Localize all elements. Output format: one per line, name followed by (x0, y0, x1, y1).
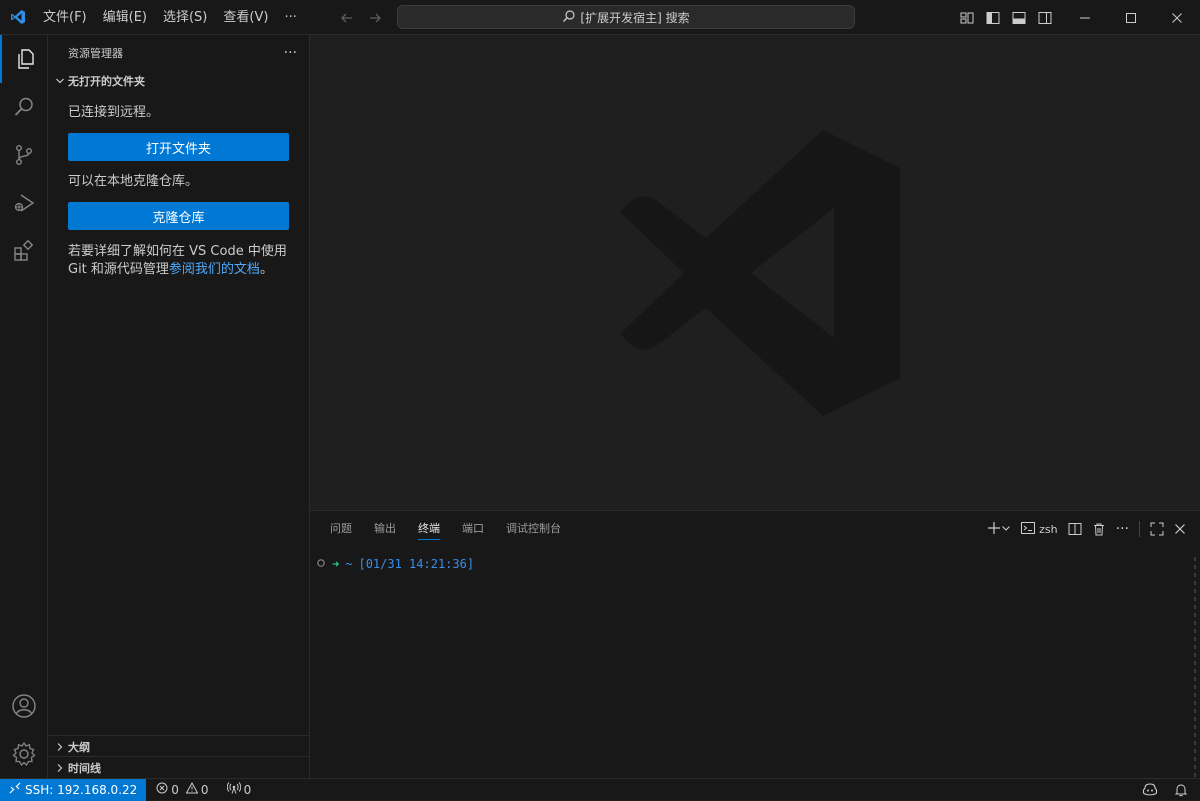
remote-icon (9, 782, 21, 797)
vscode-watermark-icon (620, 130, 900, 416)
remote-label: SSH: 192.168.0.22 (25, 782, 138, 797)
split-terminal-icon[interactable] (1068, 520, 1082, 538)
divider (1139, 521, 1140, 537)
menu-selection[interactable]: 选择(S) (155, 0, 215, 35)
more-actions-button[interactable]: ··· (1116, 520, 1129, 538)
terminal-icon (1021, 521, 1036, 538)
command-center-search[interactable]: [扩展开发宿主] 搜索 (397, 5, 855, 29)
remote-indicator[interactable]: SSH: 192.168.0.22 (0, 778, 147, 801)
sidebar-more-button[interactable]: ··· (284, 45, 297, 61)
clone-repository-button[interactable]: 克隆仓库 (68, 202, 289, 230)
new-terminal-button[interactable] (987, 520, 1011, 538)
clone-hint-text: 可以在本地克隆仓库。 (68, 174, 199, 189)
accounts-icon[interactable] (0, 682, 48, 730)
source-control-icon[interactable] (0, 131, 48, 179)
search-text: [扩展开发宿主] 搜索 (580, 10, 690, 25)
prompt-timestamp: [01/31 14:21:36] (358, 557, 475, 571)
tab-output[interactable]: 输出 (374, 511, 396, 547)
terminal-scrollbar[interactable] (1190, 557, 1200, 779)
trash-icon[interactable] (1092, 520, 1106, 538)
warning-icon (185, 781, 199, 797)
connected-text: 已连接到远程。 (68, 105, 160, 120)
prompt-arrow: ➜ (332, 557, 340, 571)
chevron-right-icon (52, 760, 68, 776)
close-panel-icon[interactable] (1174, 520, 1186, 538)
tab-problems[interactable]: 问题 (330, 511, 352, 547)
extensions-icon[interactable] (0, 227, 48, 275)
menu-view[interactable]: 查看(V) (215, 0, 276, 35)
terminal-shell-selector[interactable]: zsh (1021, 520, 1058, 538)
ports-status[interactable]: 0 (217, 779, 260, 801)
plus-icon (987, 521, 1001, 538)
ports-count: 0 (243, 782, 252, 797)
prompt-cwd: ~ (345, 557, 353, 571)
customize-layout-icon[interactable] (958, 9, 975, 26)
title-bar: 文件(F) 编辑(E) 选择(S) 查看(V) ··· [扩展开发宿主] 搜索 (0, 0, 1200, 35)
minimize-icon[interactable] (1062, 0, 1108, 35)
shell-name: zsh (1039, 522, 1058, 536)
menu-file[interactable]: 文件(F) (35, 0, 95, 35)
search-icon[interactable] (0, 83, 48, 131)
broadcast-icon (226, 782, 241, 797)
no-folder-section-header[interactable]: 无打开的文件夹 (48, 70, 309, 92)
explorer-icon[interactable] (0, 35, 48, 83)
menu-more[interactable]: ··· (276, 0, 304, 35)
vscode-logo-icon (0, 0, 35, 35)
activity-bar (0, 35, 48, 778)
sidebar-title: 资源管理器 (68, 46, 123, 60)
chevron-down-icon[interactable] (1001, 523, 1011, 536)
learn-more-text: 若要详细了解如何在 VS Code 中使用 Git 和源代码管理参阅我们的文档。 (68, 243, 290, 279)
layout-controls (958, 0, 1053, 35)
circle-icon (316, 557, 326, 571)
welcome-content: 已连接到远程。 打开文件夹 可以在本地克隆仓库。 克隆仓库 若要详细了解如何在 … (48, 104, 309, 279)
tab-terminal[interactable]: 终端 (418, 511, 440, 547)
explorer-sidebar: 资源管理器 ··· 无打开的文件夹 已连接到远程。 打开文件夹 可以在本地克隆仓… (48, 35, 310, 778)
panel-actions: zsh ··· (987, 511, 1186, 547)
terminal-prompt-line[interactable]: ➜ ~ [01/31 14:21:36] (316, 557, 474, 571)
docs-link[interactable]: 参阅我们的文档 (169, 262, 260, 277)
tab-debug-console[interactable]: 调试控制台 (506, 511, 561, 547)
status-bar: SSH: 192.168.0.22 0 0 0 (0, 778, 1200, 801)
back-arrow-icon[interactable] (338, 9, 356, 27)
chevron-right-icon (52, 739, 68, 755)
sidebar-header: 资源管理器 ··· (48, 35, 309, 70)
outline-title: 大纲 (68, 740, 90, 754)
notifications-bell-icon[interactable] (1166, 779, 1200, 801)
toggle-panel-icon[interactable] (1010, 9, 1027, 26)
toggle-secondary-sidebar-icon[interactable] (1036, 9, 1053, 26)
tab-ports[interactable]: 端口 (462, 511, 484, 547)
editor-area (310, 35, 1200, 510)
maximize-icon[interactable] (1108, 0, 1154, 35)
problems-status[interactable]: 0 0 (146, 779, 216, 801)
outline-section-header[interactable]: 大纲 (48, 735, 310, 757)
error-icon (156, 782, 168, 797)
run-and-debug-icon[interactable] (0, 179, 48, 227)
menu-edit[interactable]: 编辑(E) (95, 0, 155, 35)
warning-count: 0 (200, 782, 209, 797)
chevron-down-icon (52, 73, 68, 89)
search-icon (562, 9, 576, 26)
settings-gear-icon[interactable] (0, 730, 48, 778)
error-count: 0 (171, 782, 179, 797)
forward-arrow-icon[interactable] (366, 9, 384, 27)
maximize-panel-icon[interactable] (1150, 520, 1164, 538)
timeline-title: 时间线 (68, 761, 101, 775)
bottom-panel: 问题 输出 终端 端口 调试控制台 zsh ··· ➜ ~ [01/31 14:… (310, 510, 1200, 779)
panel-tabs: 问题 输出 终端 端口 调试控制台 (330, 511, 561, 547)
copilot-icon[interactable] (1134, 779, 1166, 801)
toggle-primary-sidebar-icon[interactable] (984, 9, 1001, 26)
learn-end: 。 (259, 262, 273, 277)
section-title: 无打开的文件夹 (68, 75, 145, 88)
close-icon[interactable] (1154, 0, 1200, 35)
window-controls (1062, 0, 1200, 35)
timeline-section-header[interactable]: 时间线 (48, 756, 310, 778)
navigation-arrows (338, 0, 384, 35)
menu-bar: 文件(F) 编辑(E) 选择(S) 查看(V) ··· (35, 0, 305, 35)
open-folder-button[interactable]: 打开文件夹 (68, 133, 289, 161)
